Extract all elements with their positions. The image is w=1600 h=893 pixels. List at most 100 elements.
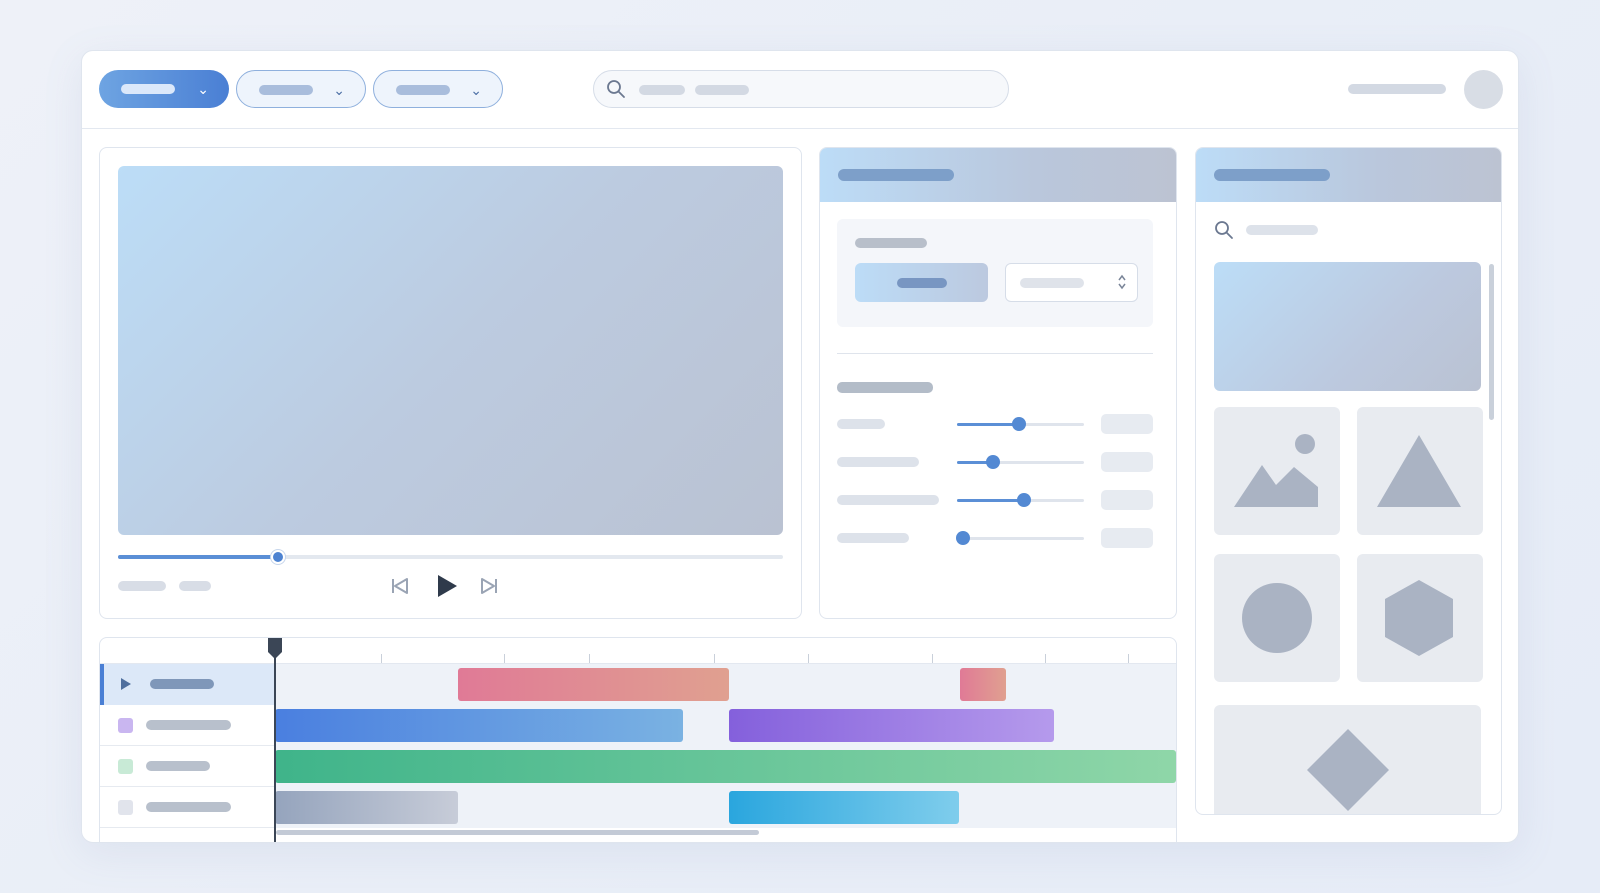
property-slider[interactable]: [957, 417, 1084, 431]
panel-title-placeholder: [1214, 169, 1330, 181]
chevron-down-icon: ⌄: [470, 82, 482, 98]
current-time-placeholder: [118, 581, 166, 591]
track-lane[interactable]: [275, 746, 1176, 787]
timeline-panel: [99, 637, 1177, 842]
playhead-line[interactable]: [274, 638, 276, 842]
hexagon-icon: [1385, 580, 1453, 656]
slider-handle[interactable]: [956, 531, 971, 545]
property-slider[interactable]: [956, 531, 1084, 545]
value-stepper[interactable]: [1005, 263, 1138, 302]
timeline-track[interactable]: [100, 664, 1176, 705]
menu-dropdown-1[interactable]: ⌄: [99, 70, 229, 108]
playback-progress-bar[interactable]: [118, 550, 783, 564]
chevron-down-icon: ⌄: [333, 82, 345, 98]
property-value-field[interactable]: [1101, 528, 1153, 548]
menu-dropdown-3[interactable]: ⌄: [373, 70, 503, 108]
playhead-handle-icon[interactable]: [267, 638, 283, 660]
track-header[interactable]: [100, 787, 275, 828]
skip-back-icon[interactable]: [388, 574, 412, 598]
search-icon[interactable]: [1214, 220, 1234, 240]
featured-asset-thumbnail[interactable]: [1214, 262, 1481, 391]
ruler-tick: [1128, 654, 1129, 663]
property-name-placeholder: [837, 457, 919, 467]
menu-label-placeholder: [259, 85, 313, 95]
timeline-clip[interactable]: [729, 709, 1054, 742]
property-slider-row: [837, 452, 1153, 472]
property-slider[interactable]: [957, 493, 1084, 507]
timeline-track[interactable]: [100, 787, 1176, 828]
play-icon[interactable]: [120, 678, 132, 690]
group-label-placeholder: [855, 238, 927, 248]
slider-handle[interactable]: [1017, 493, 1032, 507]
button-label-placeholder: [897, 278, 947, 288]
track-header[interactable]: [100, 746, 275, 787]
panel-header: [820, 148, 1176, 202]
play-icon[interactable]: [433, 572, 461, 600]
stepper-arrows-icon[interactable]: [1117, 272, 1127, 292]
triangle-icon: [1377, 435, 1461, 507]
property-slider-row: [837, 528, 1153, 548]
timeline-clip[interactable]: [729, 791, 959, 824]
property-name-placeholder: [837, 419, 885, 429]
timeline-track[interactable]: [100, 746, 1176, 787]
track-color-swatch: [118, 800, 133, 815]
ruler-tick: [381, 654, 382, 663]
property-slider[interactable]: [957, 455, 1084, 469]
properties-panel: [819, 147, 1177, 619]
track-name-placeholder: [146, 802, 231, 812]
app-window: ⌄ ⌄ ⌄: [81, 50, 1519, 843]
circle-icon: [1242, 583, 1312, 653]
asset-tile[interactable]: [1357, 554, 1483, 682]
timeline-clip[interactable]: [960, 668, 1006, 701]
search-input[interactable]: [593, 70, 1009, 108]
progress-handle[interactable]: [270, 550, 285, 564]
timeline-clip[interactable]: [275, 709, 683, 742]
stepper-value-placeholder: [1020, 278, 1084, 288]
menu-dropdown-2[interactable]: ⌄: [236, 70, 366, 108]
user-name-placeholder: [1348, 84, 1446, 94]
property-name-placeholder: [837, 495, 939, 505]
track-color-swatch: [118, 759, 133, 774]
video-canvas[interactable]: [118, 166, 783, 535]
timeline-ruler[interactable]: [100, 638, 1176, 664]
property-value-field[interactable]: [1101, 490, 1153, 510]
track-name-placeholder: [150, 679, 214, 689]
slider-fill: [957, 499, 1025, 502]
timeline-clip[interactable]: [275, 791, 458, 824]
track-lane[interactable]: [275, 705, 1176, 746]
property-value-field[interactable]: [1101, 414, 1153, 434]
asset-tile[interactable]: [1357, 407, 1483, 535]
skip-forward-icon[interactable]: [477, 574, 501, 598]
scrollbar[interactable]: [1489, 264, 1494, 420]
search-icon: [607, 80, 625, 98]
slider-handle[interactable]: [1012, 417, 1027, 431]
property-name-placeholder: [837, 533, 909, 543]
ruler-tick: [714, 654, 715, 663]
asset-tile[interactable]: [1214, 705, 1481, 814]
image-icon: [1234, 434, 1318, 507]
library-search-placeholder[interactable]: [1246, 225, 1318, 235]
track-header[interactable]: [100, 705, 275, 746]
divider: [837, 353, 1153, 354]
slider-fill: [957, 423, 1020, 426]
timeline-track[interactable]: [100, 705, 1176, 746]
track-lane[interactable]: [275, 787, 1176, 828]
ruler-tick: [589, 654, 590, 663]
asset-tile[interactable]: [1214, 554, 1340, 682]
diamond-icon: [1307, 729, 1389, 811]
slider-handle[interactable]: [985, 455, 1000, 469]
chevron-down-icon: ⌄: [197, 81, 209, 97]
apply-button[interactable]: [855, 263, 988, 302]
timeline-clip[interactable]: [458, 668, 729, 701]
track-lane[interactable]: [275, 664, 1176, 705]
asset-tile[interactable]: [1214, 407, 1340, 535]
ruler-tick: [932, 654, 933, 663]
horizontal-scrollbar[interactable]: [276, 830, 759, 835]
avatar[interactable]: [1464, 70, 1503, 109]
property-value-field[interactable]: [1101, 452, 1153, 472]
search-placeholder-bar: [695, 85, 749, 95]
timeline-clip[interactable]: [275, 750, 1176, 783]
track-header[interactable]: [100, 664, 275, 705]
duration-placeholder: [179, 581, 211, 591]
top-toolbar: ⌄ ⌄ ⌄: [82, 51, 1518, 129]
